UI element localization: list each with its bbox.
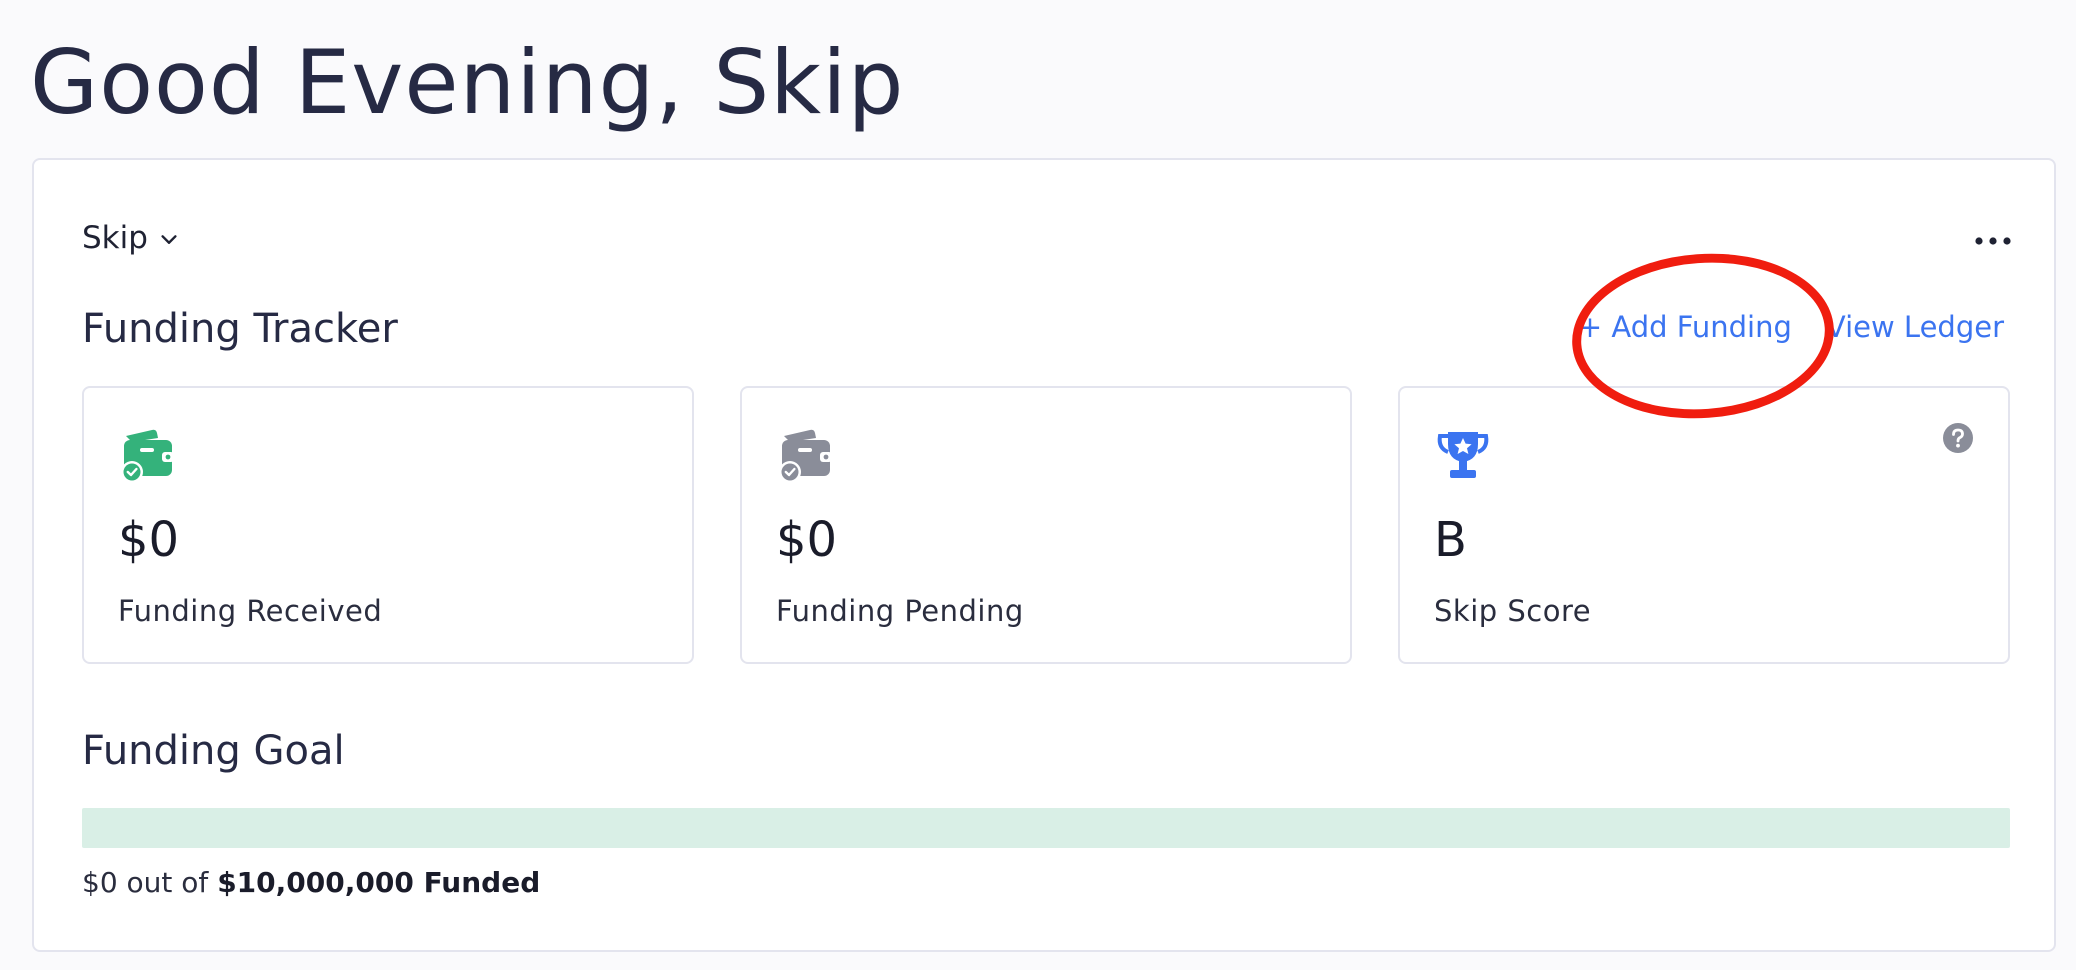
- out-of-text: out of: [126, 866, 209, 899]
- funded-amount: $0: [82, 866, 118, 899]
- funding-tracker-title: Funding Tracker: [82, 306, 398, 352]
- view-ledger-link[interactable]: View Ledger: [1826, 310, 2004, 344]
- funding-goal-progress-bar: [82, 808, 2010, 848]
- stat-card-skip-score: B Skip Score: [1398, 386, 2010, 664]
- skip-score-label: Skip Score: [1434, 594, 1592, 628]
- funding-pending-label: Funding Pending: [776, 594, 1024, 628]
- stat-card-funding-received: $0 Funding Received: [82, 386, 694, 664]
- trophy-icon: [1437, 432, 1489, 478]
- stat-card-funding-pending: $0 Funding Pending: [740, 386, 1352, 664]
- help-icon[interactable]: [1942, 422, 1974, 454]
- funding-goal-title: Funding Goal: [82, 728, 345, 774]
- skip-score-value: B: [1434, 512, 1467, 568]
- greeting-heading: Good Evening, Skip: [30, 31, 905, 134]
- account-name: Skip: [82, 220, 148, 256]
- chevron-down-icon: [161, 235, 177, 244]
- more-options-icon[interactable]: [1968, 226, 2018, 256]
- add-funding-link[interactable]: + Add Funding: [1578, 310, 1792, 344]
- account-switcher[interactable]: Skip: [82, 220, 180, 256]
- goal-amount: $10,000,000 Funded: [217, 866, 541, 899]
- funding-received-label: Funding Received: [118, 594, 383, 628]
- funding-card: Skip Funding Tracker + Add Funding View …: [32, 158, 2056, 952]
- funding-received-value: $0: [118, 512, 180, 568]
- wallet-check-icon: [121, 429, 174, 483]
- funding-goal-summary: $0 out of $10,000,000 Funded: [82, 866, 540, 899]
- funding-pending-value: $0: [776, 512, 838, 568]
- wallet-check-icon: [779, 429, 832, 483]
- funding-actions: + Add Funding View Ledger: [1578, 310, 2004, 344]
